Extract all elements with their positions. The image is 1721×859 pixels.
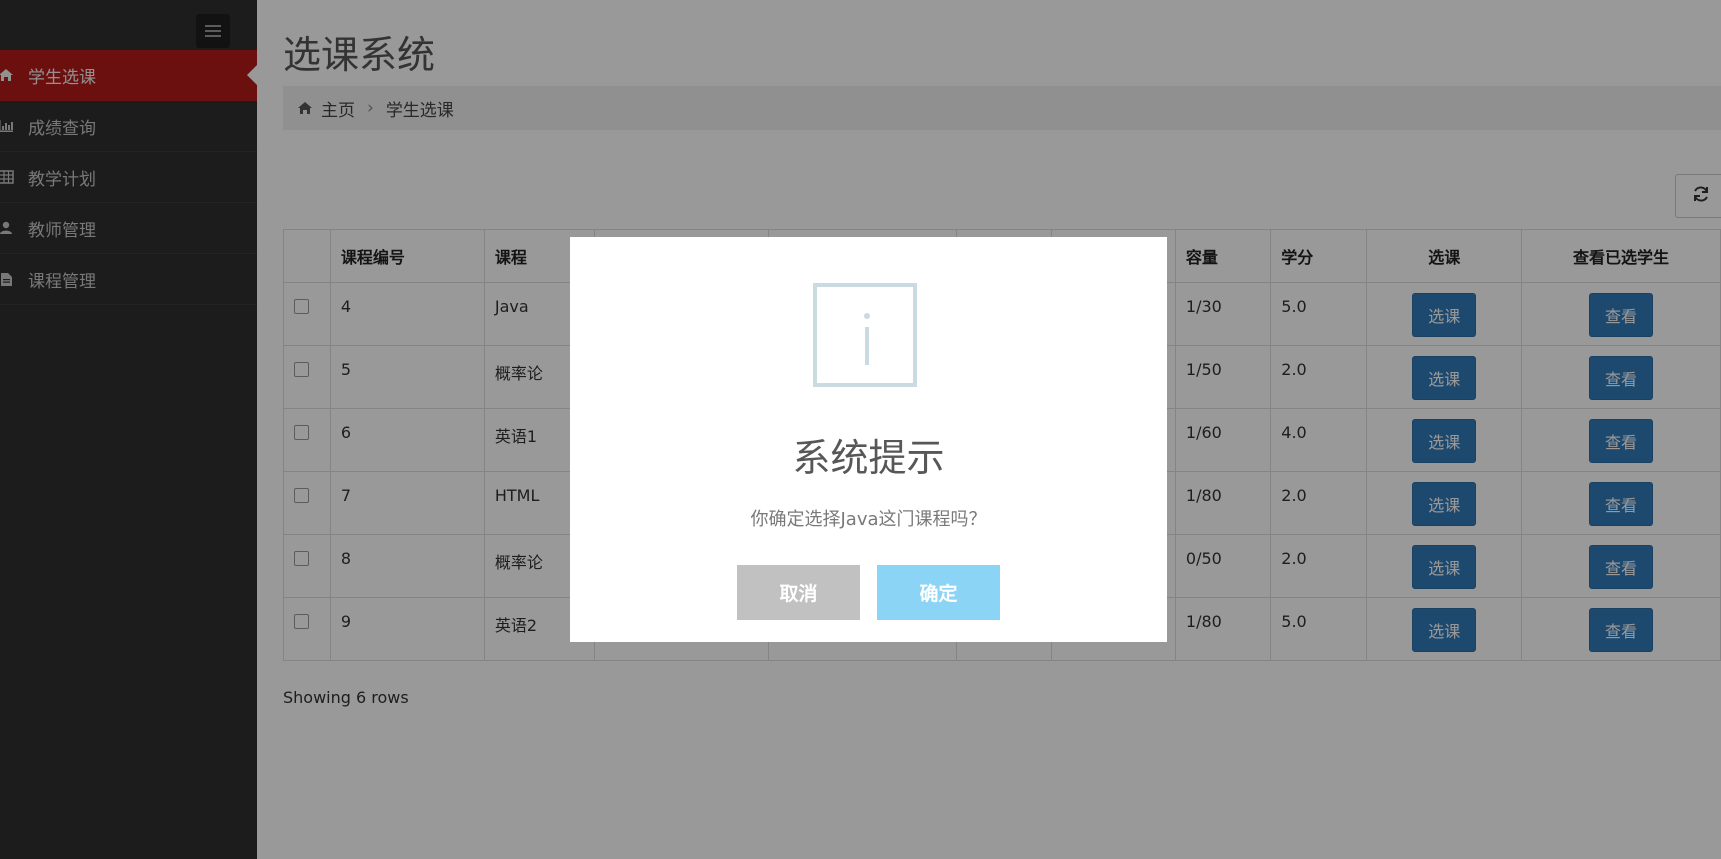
dialog-message: 你确定选择Java这门课程吗？: [750, 509, 987, 530]
info-icon: [813, 283, 917, 387]
confirm-dialog: 系统提示 你确定选择Java这门课程吗？ 取消 确定: [570, 237, 1167, 642]
confirm-button[interactable]: 确定: [877, 565, 1000, 620]
cancel-button[interactable]: 取消: [737, 565, 860, 620]
dialog-title: 系统提示: [792, 436, 945, 480]
